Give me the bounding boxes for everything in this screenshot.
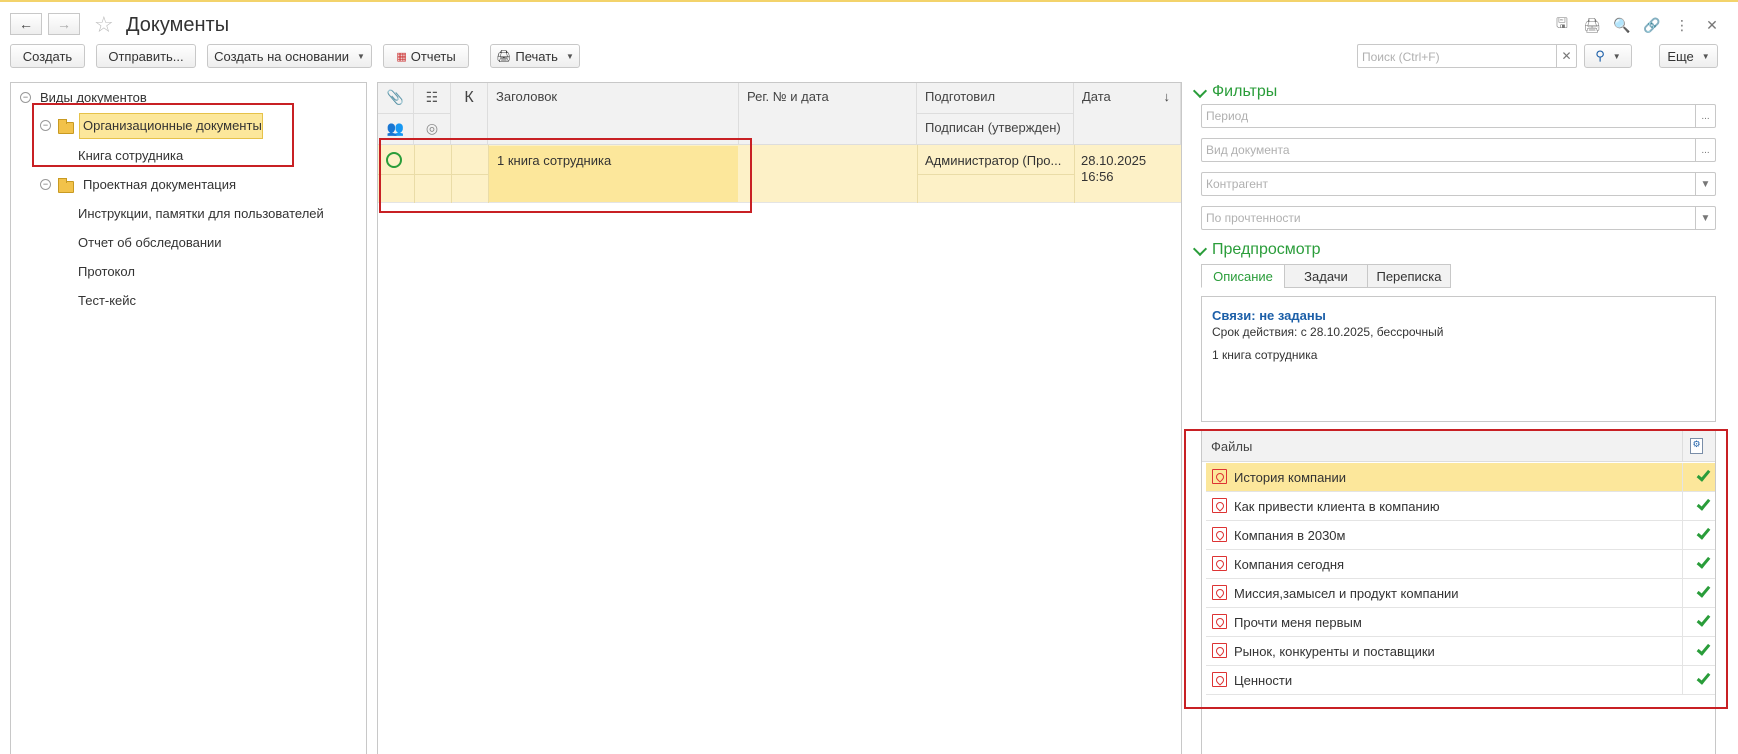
row-cell-divider (917, 174, 1074, 175)
hierarchy-icon: ☷ (425, 89, 439, 105)
arrow-left-icon: ← (19, 16, 33, 32)
tab-tasks[interactable]: Задачи (1284, 264, 1368, 288)
annotation-box (32, 103, 294, 167)
date-col-header[interactable]: Дата ↓ (1074, 83, 1181, 145)
collapse-icon[interactable]: − (40, 179, 51, 190)
tree-item-protocol[interactable]: Протокол (78, 264, 135, 279)
row-cell-divider (1074, 145, 1075, 203)
print-button[interactable]: 🖨 Печать ▼ (490, 44, 580, 68)
k-col-header[interactable]: К (451, 83, 488, 145)
create-based-button[interactable]: Создать на основании ▼ (207, 44, 372, 68)
row-prepared: Администратор (Про... (925, 153, 1062, 168)
close-icon[interactable]: ✕ (1703, 16, 1721, 34)
circle-icon: ◎ (425, 120, 439, 136)
preview-icon[interactable]: 🔍 (1613, 16, 1631, 34)
tree-item-survey-report[interactable]: Отчет об обследовании (78, 235, 222, 250)
search-icon: ⚲ (1595, 48, 1605, 63)
dropdown-icon[interactable]: ▼ (1695, 173, 1715, 195)
annotation-box (1184, 429, 1728, 709)
page-title: Документы (126, 14, 230, 36)
hierarchy-col-header[interactable]: ☷ (414, 83, 451, 114)
dropdown-icon[interactable]: ▼ (1695, 207, 1715, 229)
caret-down-icon: ▼ (1612, 51, 1621, 61)
sort-down-icon[interactable]: ↓ (1164, 89, 1171, 104)
title-col-header[interactable]: Заголовок (488, 83, 739, 145)
printer-icon: 🖨 (496, 49, 512, 63)
caret-down-icon: ▼ (565, 51, 574, 61)
star-icon[interactable]: ☆ (94, 12, 114, 38)
read-state-field[interactable]: По прочтенности ▼ (1201, 206, 1716, 230)
doc-type-field[interactable]: Вид документа... (1201, 138, 1716, 162)
forward-button[interactable]: → (48, 13, 80, 35)
arrow-right-icon: → (57, 16, 71, 32)
doc-title-label: 1 книга сотрудника (1212, 348, 1318, 362)
paperclip-icon: 📎 (386, 89, 405, 105)
create-button[interactable]: Создать (10, 44, 85, 68)
tree-item-instructions[interactable]: Инструкции, памятки для пользователей (78, 206, 324, 221)
users-icon: 👥 (386, 120, 405, 136)
collapse-chevron-icon[interactable] (1192, 241, 1208, 257)
collapse-chevron-icon[interactable] (1192, 83, 1208, 99)
collapse-icon[interactable]: − (20, 92, 31, 103)
search-input[interactable]: Поиск (Ctrl+F) ✕ (1357, 44, 1577, 68)
print-icon[interactable]: 🖨 (1583, 16, 1601, 34)
period-field[interactable]: Период... (1201, 104, 1716, 128)
caret-down-icon: ▼ (356, 51, 365, 61)
preview-title[interactable]: Предпросмотр (1212, 241, 1321, 259)
send-button[interactable]: Отправить... (96, 44, 196, 68)
ellipsis-button[interactable]: ... (1695, 105, 1715, 127)
reports-button[interactable]: ▦ Отчеты (383, 44, 469, 68)
link-icon[interactable]: 🔗 (1643, 16, 1661, 34)
tree-item-project-docs[interactable]: Проектная документация (83, 177, 236, 192)
annotation-box (379, 138, 752, 213)
row-date: 28.10.2025 (1081, 153, 1147, 168)
signed-col-header[interactable]: Подписан (утвержден) (917, 114, 1074, 145)
back-button[interactable]: ← (10, 13, 42, 35)
caret-down-icon: ▼ (1701, 51, 1710, 61)
tree-item-test-case[interactable]: Тест-кейс (78, 293, 136, 308)
clear-search-icon[interactable]: ✕ (1556, 45, 1576, 67)
reg-col-header[interactable]: Рег. № и дата (739, 83, 917, 145)
ellipsis-button[interactable]: ... (1695, 139, 1715, 161)
filters-title[interactable]: Фильтры (1212, 83, 1277, 101)
row-time: 16:56 (1081, 169, 1114, 184)
tab-correspondence[interactable]: Переписка (1367, 264, 1451, 288)
search-button[interactable]: ⚲ ▼ (1584, 44, 1632, 68)
more-button[interactable]: Еще ▼ (1659, 44, 1718, 68)
report-icon: ▦ (396, 50, 407, 63)
counterparty-field[interactable]: Контрагент ▼ (1201, 172, 1716, 196)
more-vertical-icon[interactable]: ⋮ (1673, 16, 1691, 34)
validity-label: Срок действия: с 28.10.2025, бессрочный (1212, 325, 1444, 339)
folder-icon (58, 178, 74, 193)
save-icon[interactable]: 🖫 (1553, 15, 1571, 34)
prepared-col-header[interactable]: Подготовил (917, 83, 1074, 114)
links-label[interactable]: Связи: не заданы (1212, 308, 1326, 323)
tab-description[interactable]: Описание (1201, 264, 1285, 288)
attach-col-header[interactable]: 📎 (378, 83, 414, 114)
